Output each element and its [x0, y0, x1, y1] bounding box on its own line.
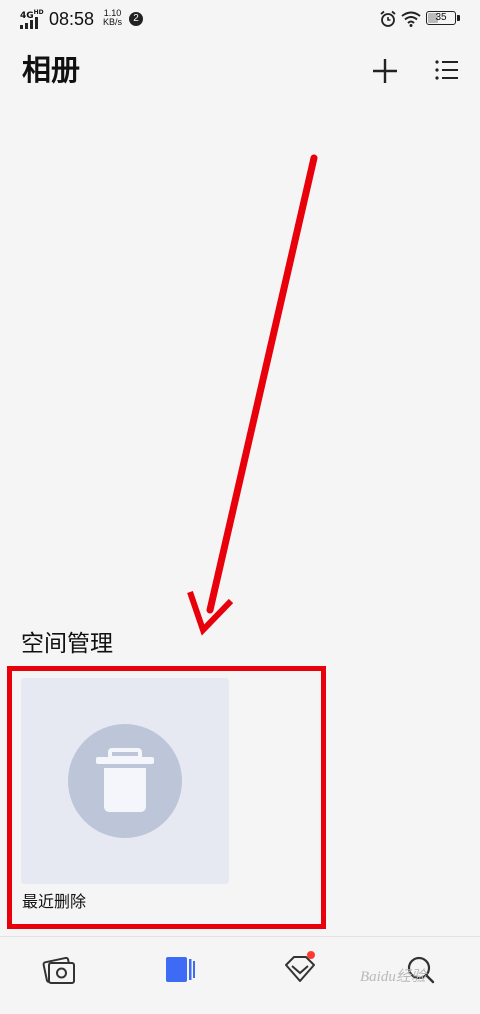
page-title: 相册 [22, 53, 81, 87]
notification-dot [307, 951, 315, 959]
status-bar: 4GHD 08:58 1.10 KB/s 2 35 [0, 0, 480, 38]
discover-tab[interactable] [280, 949, 320, 989]
notification-count-badge: 2 [129, 12, 143, 26]
search-icon[interactable] [400, 949, 440, 989]
album-label: 最近删除 [22, 892, 87, 911]
bottom-nav [0, 936, 480, 1014]
albums-icon[interactable] [160, 949, 200, 989]
recently-deleted-album[interactable] [21, 678, 229, 884]
battery-level: 35 [435, 12, 447, 23]
signal-icon [20, 17, 38, 29]
annotation-arrow [187, 154, 318, 636]
trash-icon-circle [68, 724, 182, 838]
list-icon[interactable] [430, 54, 464, 88]
wifi-icon [401, 11, 421, 27]
trash-icon [96, 748, 154, 812]
photos-icon[interactable] [40, 949, 80, 989]
network-speed: 1.10 KB/s [103, 8, 123, 27]
section-title: 空间管理 [21, 631, 113, 657]
plus-icon[interactable] [368, 54, 402, 88]
alarm-icon [380, 10, 396, 27]
battery-icon: 35 [426, 11, 456, 25]
battery-cap [457, 15, 460, 21]
clock: 08:58 [49, 9, 95, 29]
